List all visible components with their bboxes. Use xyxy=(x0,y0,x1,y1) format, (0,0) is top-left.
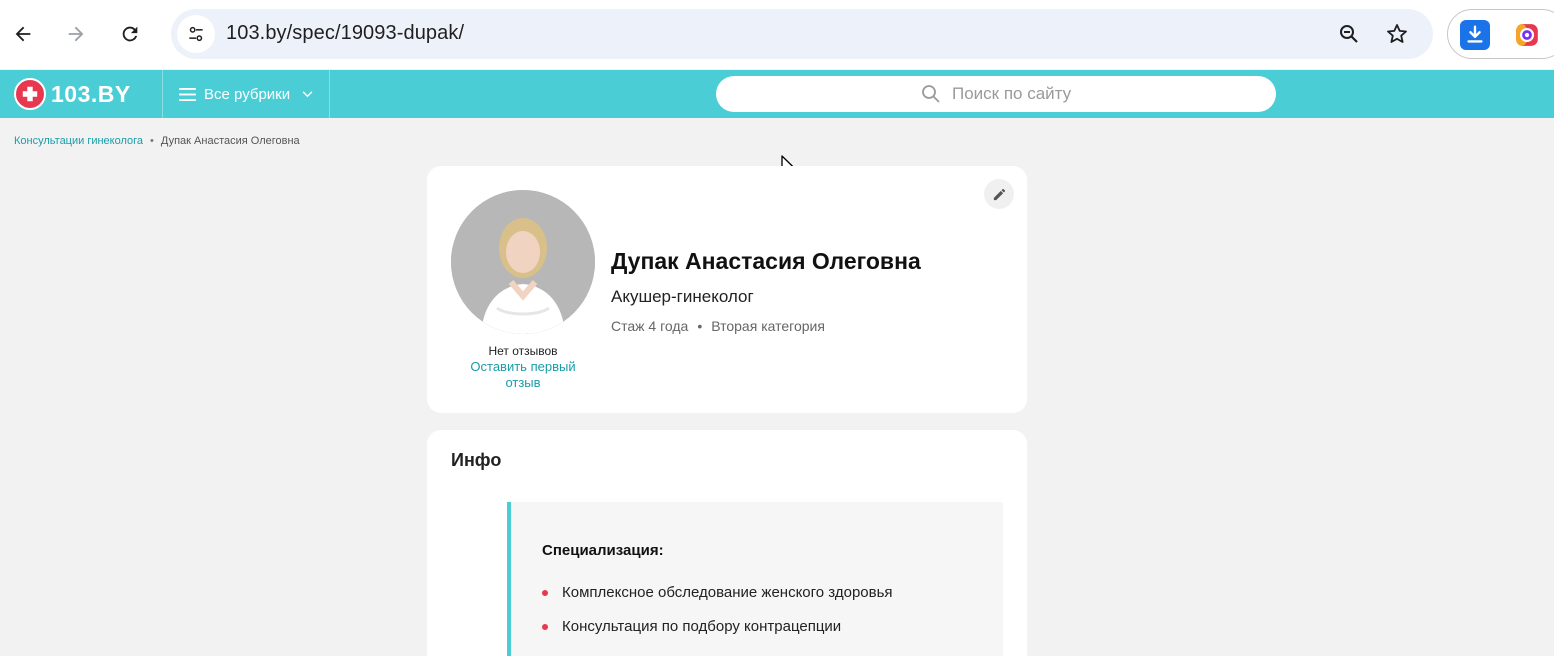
list-item: Комплексное обследование женского здоров… xyxy=(542,584,893,618)
breadcrumb-link-consultations[interactable]: Консультации гинеколога xyxy=(14,135,143,147)
specialization-box: Специализация: Комплексное обследование … xyxy=(507,502,1003,656)
doctor-name: Дупак Анастасия Олеговна xyxy=(611,248,921,274)
browser-toolbar: 103.by/spec/19093-dupak/ xyxy=(0,0,1554,69)
medical-cross-icon xyxy=(14,78,46,110)
all-rubrics-menu[interactable]: Все рубрики xyxy=(162,70,330,118)
breadcrumb-current: Дупак Анастасия Олеговна xyxy=(160,135,300,147)
site-logo[interactable]: 103.BY xyxy=(14,78,131,110)
search-input[interactable] xyxy=(952,83,1252,105)
hamburger-icon xyxy=(179,87,196,101)
category-text: Вторая категория xyxy=(711,318,825,334)
site-info-button[interactable] xyxy=(177,15,215,53)
bookmark-star-icon[interactable] xyxy=(1382,19,1412,49)
leave-review-link[interactable]: Оставить первый отзыв xyxy=(461,359,585,391)
arrow-right-icon xyxy=(68,26,84,42)
back-button[interactable] xyxy=(3,14,43,54)
logo-text: 103.BY xyxy=(51,80,131,107)
zoom-icon[interactable] xyxy=(1334,19,1364,49)
site-search[interactable] xyxy=(716,76,1276,112)
bullet-icon xyxy=(542,590,548,596)
breadcrumb-separator: • xyxy=(150,135,154,147)
address-bar[interactable]: 103.by/spec/19093-dupak/ xyxy=(171,9,1433,59)
specialization-list: Комплексное обследование женского здоров… xyxy=(542,584,893,652)
edit-button[interactable] xyxy=(984,179,1014,209)
arrow-left-icon xyxy=(15,26,31,42)
reload-icon xyxy=(122,26,138,42)
search-icon xyxy=(922,85,940,103)
reload-button[interactable] xyxy=(110,14,150,54)
specialization-heading: Специализация: xyxy=(542,542,664,559)
doctor-avatar xyxy=(451,190,595,334)
pencil-icon xyxy=(993,188,1005,200)
doctor-meta: Стаж 4 года • Вторая категория xyxy=(611,318,825,334)
tune-icon xyxy=(189,26,203,42)
chevron-down-icon xyxy=(302,90,313,97)
camera-extension-icon[interactable] xyxy=(1512,20,1542,50)
site-header: 103.BY Все рубрики xyxy=(0,70,1554,118)
doctor-profile-card: Нет отзывов Оставить первый отзыв Дупак … xyxy=(427,166,1027,413)
breadcrumb: Консультации гинеколога • Дупак Анастаси… xyxy=(14,135,300,147)
experience-text: Стаж 4 года xyxy=(611,318,689,334)
rubrics-label: Все рубрики xyxy=(204,85,291,103)
bullet-icon xyxy=(542,624,548,630)
list-item-text: Комплексное обследование женского здоров… xyxy=(562,584,893,601)
url-text[interactable]: 103.by/spec/19093-dupak/ xyxy=(226,22,464,45)
doctor-specialty: Акушер-гинеколог xyxy=(611,287,754,306)
no-reviews-text: Нет отзывов xyxy=(488,344,558,358)
extensions-area xyxy=(1447,9,1554,59)
forward-button[interactable] xyxy=(56,14,96,54)
list-item-text: Консультация по подбору контрацепции xyxy=(562,618,842,635)
list-item: Консультация по подбору контрацепции xyxy=(542,618,893,652)
download-extension-icon[interactable] xyxy=(1460,20,1490,50)
info-title: Инфо xyxy=(451,450,502,470)
meta-separator: • xyxy=(697,318,703,334)
info-card: Инфо Специализация: Комплексное обследов… xyxy=(427,430,1027,656)
